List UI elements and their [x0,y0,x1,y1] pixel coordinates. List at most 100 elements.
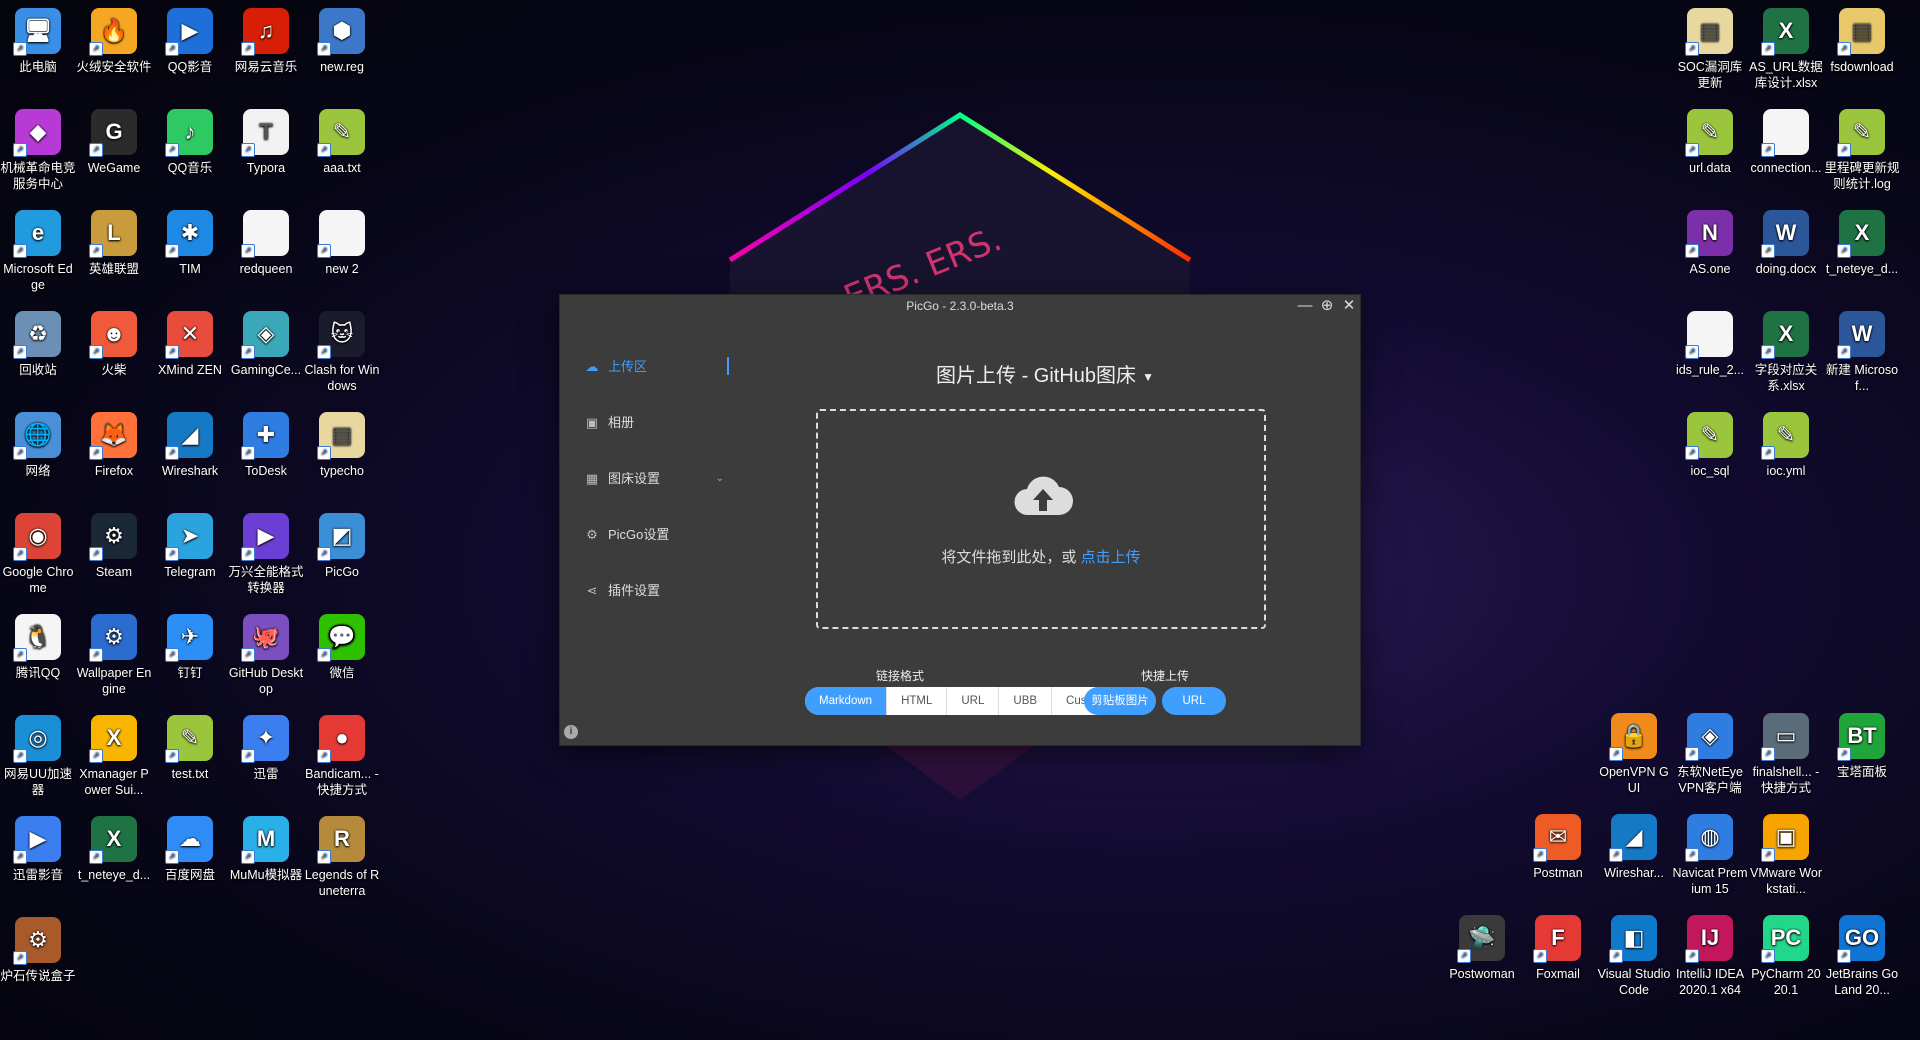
desktop-icon[interactable]: ⚙ ↗ Steam [76,513,152,580]
desktop-icon[interactable]: ✎ ↗ test.txt [152,715,228,782]
desktop-icon[interactable]: ▤ ↗ SOC漏洞库更新 [1672,8,1748,91]
url-upload-button[interactable]: URL [1162,687,1226,715]
desktop-icon[interactable]: ♫ ↗ 网易云音乐 [228,8,304,75]
desktop-icon[interactable]: ▤ ↗ fsdownload [1824,8,1900,75]
info-icon[interactable]: i [564,725,578,739]
desktop-icon[interactable]: T ↗ Typora [228,109,304,176]
desktop-icon[interactable]: ◢ ↗ Wireshark [152,412,228,479]
desktop-icon[interactable]: ✎ ↗ aaa.txt [304,109,380,176]
close-icon[interactable]: ✕ [1338,295,1360,317]
desktop-icon[interactable]: G ↗ WeGame [76,109,152,176]
desktop-icon[interactable]: ▤ ↗ typecho [304,412,380,479]
desktop-icon[interactable]: ▶ ↗ QQ影音 [152,8,228,75]
desktop-icon[interactable]: ✱ ↗ TIM [152,210,228,277]
desktop-icon[interactable]: X ↗ 字段对应关系.xlsx [1748,311,1824,394]
click-upload-link[interactable]: 点击上传 [1081,549,1141,566]
drop-zone[interactable]: 将文件拖到此处，或 点击上传 [816,409,1266,629]
format-url-button[interactable]: URL [947,687,1000,715]
desktop-icon[interactable]: 🖥 ↗ 此电脑 [0,8,76,75]
desktop-icon[interactable]: ▭ ↗ finalshell... - 快捷方式 [1748,713,1824,796]
nav-upload[interactable]: ☁ 上传区 [584,355,724,379]
desktop-icon[interactable]: ⚙ ↗ Wallpaper Engine [76,614,152,697]
desktop-icon[interactable]: F ↗ Foxmail [1520,915,1596,982]
desktop-icon[interactable]: ☻ ↗ 火柴 [76,311,152,378]
desktop-icon[interactable]: ♻ ↗ 回收站 [0,311,76,378]
desktop-icon[interactable]: ◈ ↗ GamingCe... [228,311,304,378]
desktop-icon[interactable]: X ↗ t_neteye_d... [1824,210,1900,277]
picbed-selector[interactable]: 图片上传 - GitHub图床 ▼ [730,359,1360,388]
desktop-icon[interactable]: R ↗ Legends of Runeterra [304,816,380,899]
desktop-icon[interactable]: 🐧 ↗ 腾讯QQ [0,614,76,681]
desktop-icon[interactable]: ✕ ↗ XMind ZEN [152,311,228,378]
desktop-icon[interactable]: ◈ ↗ 东软NetEye VPN客户端 [1672,713,1748,796]
title-bar[interactable]: PicGo - 2.3.0-beta.3 — ⊕ ✕ [560,295,1360,317]
desktop-icon[interactable]: ✉ ↗ Postman [1520,814,1596,881]
desktop-icon[interactable]: W ↗ doing.docx [1748,210,1824,277]
desktop-icon[interactable]: ◉ ↗ Google Chrome [0,513,76,596]
nav-picbed-settings[interactable]: ▦ 图床设置 ⌄ [584,467,724,491]
desktop-icon[interactable]: e ↗ Microsoft Edge [0,210,76,293]
desktop-icon[interactable]: GO ↗ JetBrains GoLand 20... [1824,915,1900,998]
desktop-icon[interactable]: 🦊 ↗ Firefox [76,412,152,479]
desktop-icon[interactable]: ⚙ ↗ 炉石传说盒子 [0,917,76,984]
desktop-icon[interactable]: 🔒 ↗ OpenVPN GUI [1596,713,1672,796]
desktop-icon[interactable]: ✎ ↗ 里程碑更新规则统计.log [1824,109,1900,192]
desktop-icon[interactable]: ◎ ↗ 网易UU加速器 [0,715,76,798]
desktop-icon[interactable]: ◆ ↗ 机械革命电竞服务中心 [0,109,76,192]
desktop-icon[interactable]: ◍ ↗ Navicat Premium 15 [1672,814,1748,897]
baidu-netdisk-icon: ☁ ↗ [165,816,213,864]
desktop-icon[interactable]: ▶ ↗ 万兴全能格式转换器 [228,513,304,596]
desktop-icon[interactable]: 🐙 ↗ GitHub Desktop [228,614,304,697]
desktop-icon[interactable]: X ↗ Xmanager Power Sui... [76,715,152,798]
shortcut-arrow-icon: ↗ [13,951,27,965]
desktop-icon-label: WeGame [87,161,141,175]
desktop-icon[interactable]: ⬢ ↗ new.reg [304,8,380,75]
desktop-icon[interactable]: ↗ ids_rule_2... [1672,311,1748,378]
desktop-icon-label: aaa.txt [323,161,361,175]
desktop-icon[interactable]: L ↗ 英雄联盟 [76,210,152,277]
format-html-button[interactable]: HTML [887,687,948,715]
desktop-icon[interactable]: ✚ ↗ ToDesk [228,412,304,479]
desktop-icon[interactable]: M ↗ MuMu模拟器 [228,816,304,883]
nav-gallery[interactable]: ▣ 相册 [584,411,724,435]
desktop-icon[interactable]: X ↗ t_neteye_d... [76,816,152,883]
desktop-icon[interactable]: PC ↗ PyCharm 2020.1 [1748,915,1824,998]
desktop-icon[interactable]: 🌐 ↗ 网络 [0,412,76,479]
desktop-icon[interactable]: 🔥 ↗ 火绒安全软件 [76,8,152,75]
desktop-icon[interactable]: ↗ new 2 [304,210,380,277]
desktop-icon[interactable]: ↗ redqueen [228,210,304,277]
desktop-icon[interactable]: ♪ ↗ QQ音乐 [152,109,228,176]
format-markdown-button[interactable]: Markdown [805,687,888,715]
desktop-icon[interactable]: ✈ ↗ 钉钉 [152,614,228,681]
desktop-icon[interactable]: ▣ ↗ VMware Workstati... [1748,814,1824,897]
desktop-icon[interactable]: ➤ ↗ Telegram [152,513,228,580]
desktop-icon-label: 微信 [329,666,355,680]
format-ubb-button[interactable]: UBB [999,687,1053,715]
desktop-icon[interactable]: ◩ ↗ PicGo [304,513,380,580]
desktop-icon[interactable]: ● ↗ Bandicam... - 快捷方式 [304,715,380,798]
desktop-icon[interactable]: N ↗ AS.one [1672,210,1748,277]
nav-picgo-settings[interactable]: ⚙ PicGo设置 [584,523,724,547]
desktop-icon[interactable]: 💬 ↗ 微信 [304,614,380,681]
shortcut-arrow-icon: ↗ [165,345,179,359]
nav-upload-label: 上传区 [608,359,648,374]
desktop-icon[interactable]: ✦ ↗ 迅雷 [228,715,304,782]
desktop-icon[interactable]: IJ ↗ IntelliJ IDEA 2020.1 x64 [1672,915,1748,998]
desktop-icon[interactable]: ✎ ↗ ioc.yml [1748,412,1824,479]
desktop-icon[interactable]: W ↗ 新建 Microsof... [1824,311,1900,394]
desktop-icon[interactable]: 🐱 ↗ Clash for Windows [304,311,380,394]
desktop-icon[interactable]: ◧ ↗ Visual Studio Code [1596,915,1672,998]
desktop-icon[interactable]: ▶ ↗ 迅雷影音 [0,816,76,883]
desktop-icon[interactable]: ↗ connection... [1748,109,1824,176]
desktop-icon[interactable]: ◢ ↗ Wireshar... [1596,814,1672,881]
desktop-icon[interactable]: 🛸 ↗ Postwoman [1444,915,1520,982]
desktop-icon[interactable]: X ↗ AS_URL数据库设计.xlsx [1748,8,1824,91]
desktop-icon[interactable]: ✎ ↗ ioc_sql [1672,412,1748,479]
pin-icon[interactable]: ⊕ [1316,295,1338,317]
desktop-icon[interactable]: BT ↗ 宝塔面板 [1824,713,1900,780]
nav-plugin-settings[interactable]: ⋖ 插件设置 [584,579,724,603]
minimize-icon[interactable]: — [1294,295,1316,317]
desktop-icon[interactable]: ☁ ↗ 百度网盘 [152,816,228,883]
clipboard-upload-button[interactable]: 剪贴板图片 [1084,687,1156,715]
desktop-icon[interactable]: ✎ ↗ url.data [1672,109,1748,176]
